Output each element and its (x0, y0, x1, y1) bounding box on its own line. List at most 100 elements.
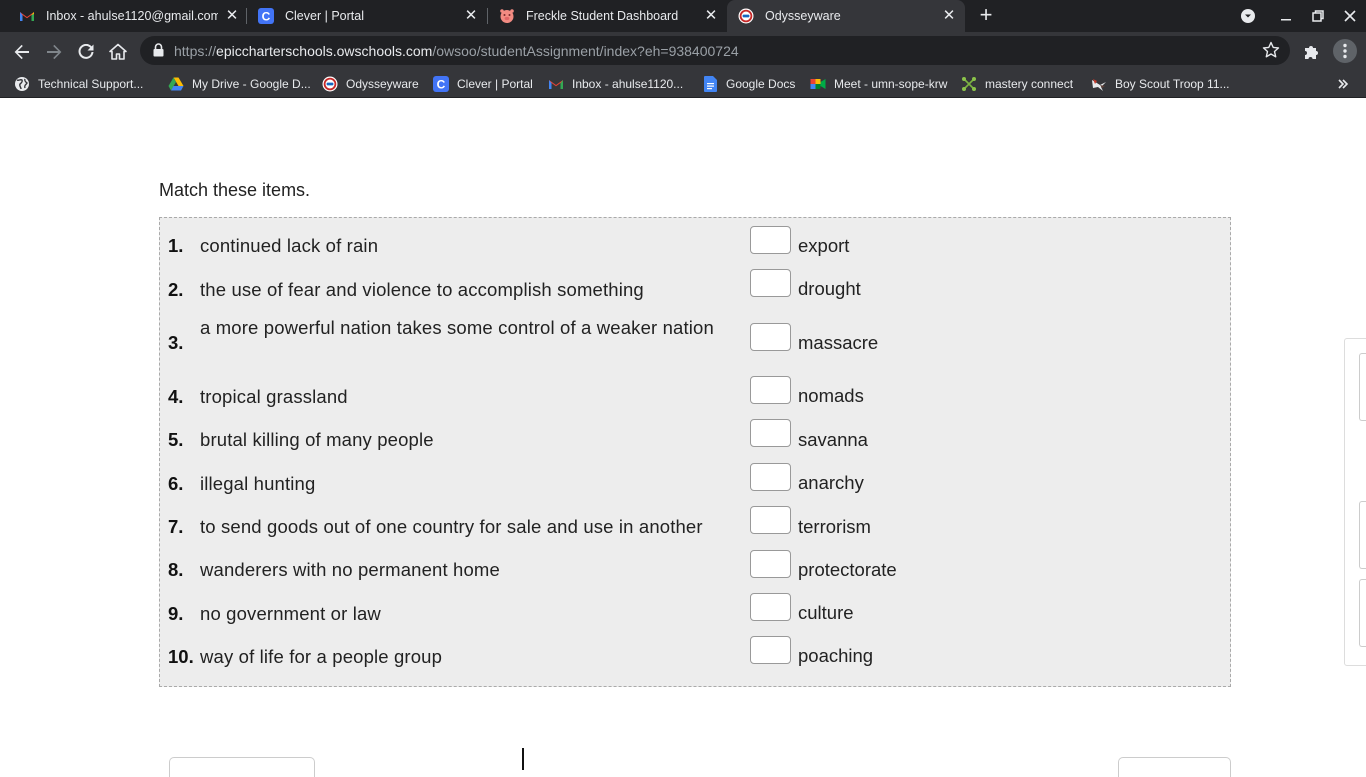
bookmark-label: My Drive - Google D... (192, 77, 311, 91)
item-number: 7. (168, 516, 184, 537)
bookmark-star-icon[interactable] (1262, 41, 1280, 64)
choice-term: export (798, 235, 850, 256)
choice-term: culture (798, 602, 854, 623)
bookmark-label: Google Docs (726, 77, 796, 91)
bookmark-item[interactable]: mastery connect (961, 76, 1073, 92)
google-meet-icon (810, 76, 826, 92)
bookmark-item[interactable]: Inbox - ahulse1120... (548, 76, 683, 92)
choice-term: savanna (798, 429, 868, 450)
choice-term: nomads (798, 385, 864, 406)
minimize-icon[interactable] (1276, 6, 1296, 26)
bookmark-item[interactable]: Odysseyware (322, 76, 419, 92)
choice-term: massacre (798, 332, 879, 353)
browser-tab-strip: Inbox - ahulse1120@gmail.com ✕ C Clever … (0, 0, 1366, 32)
bookmark-item[interactable]: Boy Scout Troop 11... (1091, 76, 1230, 92)
url-text: https://epiccharterschools.owschools.com… (174, 43, 739, 59)
globe-icon (14, 76, 30, 92)
google-docs-icon (702, 76, 718, 92)
answer-input[interactable] (750, 636, 791, 664)
odysseyware-icon (322, 76, 338, 92)
previous-button[interactable] (169, 757, 315, 777)
answer-input[interactable] (750, 226, 791, 254)
odysseyware-icon (738, 8, 754, 24)
item-definition: illegal hunting (200, 473, 316, 494)
answer-input[interactable] (750, 376, 791, 404)
tab-clever-portal[interactable]: C Clever | Portal ✕ (247, 0, 487, 32)
browser-toolbar: https://epiccharterschools.owschools.com… (0, 32, 1366, 70)
url-host: epiccharterschools.owschools.com (216, 43, 433, 59)
answer-input[interactable] (750, 593, 791, 621)
bookmark-label: Boy Scout Troop 11... (1115, 77, 1230, 91)
choice-term: poaching (798, 645, 874, 666)
tab-gmail-inbox[interactable]: Inbox - ahulse1120@gmail.com ✕ (8, 0, 246, 32)
tab-freckle-dashboard[interactable]: Freckle Student Dashboard ✕ (488, 0, 726, 32)
new-tab-button[interactable]: + (976, 2, 996, 27)
bookmarks-overflow-chevron-icon[interactable] (1337, 76, 1349, 92)
svg-text:C: C (262, 10, 271, 24)
back-arrow-icon[interactable] (11, 41, 33, 63)
item-number: 1. (168, 235, 184, 256)
item-number: 8. (168, 559, 184, 580)
tab-search-icon[interactable] (1238, 6, 1258, 26)
choice-term: drought (798, 278, 861, 299)
bookmark-item[interactable]: Technical Support... (14, 76, 143, 92)
bookmark-item[interactable]: Meet - umn-sope-krw (810, 76, 947, 92)
gmail-icon (19, 8, 35, 24)
item-definition: brutal killing of many people (200, 429, 434, 450)
bookmark-item[interactable]: My Drive - Google D... (168, 76, 311, 92)
item-number: 4. (168, 386, 184, 407)
url-scheme: https:// (174, 43, 217, 59)
item-number: 2. (168, 279, 184, 300)
matching-question: 1. continued lack of rain export 2. the … (159, 217, 1231, 687)
gmail-icon (548, 76, 564, 92)
answer-input[interactable] (750, 323, 791, 351)
tab-close-icon[interactable]: ✕ (463, 8, 479, 24)
side-panel-tab[interactable] (1359, 353, 1366, 421)
tab-close-icon[interactable]: ✕ (224, 8, 240, 24)
google-drive-icon (168, 76, 184, 92)
side-panel-tabs[interactable] (1344, 338, 1366, 666)
item-number: 6. (168, 473, 184, 494)
choice-term: anarchy (798, 472, 864, 493)
clever-icon: C (258, 8, 274, 24)
bookmark-item[interactable]: Google Docs (702, 76, 795, 92)
browser-menu-icon[interactable] (1333, 39, 1357, 63)
lock-icon[interactable] (153, 43, 164, 62)
home-icon[interactable] (107, 41, 129, 63)
item-definition: wanderers with no permanent home (200, 559, 500, 580)
tab-close-icon[interactable]: ✕ (941, 8, 957, 24)
bookmark-label: Odysseyware (346, 77, 419, 91)
next-button[interactable] (1118, 757, 1231, 777)
tab-title: Odysseyware (765, 9, 841, 23)
tab-title: Freckle Student Dashboard (526, 9, 679, 23)
answer-input[interactable] (750, 269, 791, 297)
item-definition: a more powerful nation takes some contro… (200, 317, 714, 338)
side-panel-tab[interactable] (1359, 579, 1366, 647)
tab-close-icon[interactable]: ✕ (703, 8, 719, 24)
item-number: 9. (168, 603, 184, 624)
address-bar[interactable]: https://epiccharterschools.owschools.com… (140, 36, 1290, 65)
clever-icon: C (433, 76, 449, 92)
forward-arrow-icon[interactable] (43, 41, 65, 63)
item-definition: the use of fear and violence to accompli… (200, 279, 644, 300)
answer-input[interactable] (750, 419, 791, 447)
assignment-instructions: Match these items. (159, 180, 311, 200)
side-panel-tab[interactable] (1359, 501, 1366, 569)
answer-input[interactable] (750, 506, 791, 534)
answer-input[interactable] (750, 550, 791, 578)
tab-odysseyware[interactable]: Odysseyware ✕ (727, 0, 965, 32)
extensions-puzzle-icon[interactable] (1301, 41, 1323, 63)
scout-icon (1091, 76, 1107, 92)
answer-input[interactable] (750, 463, 791, 491)
close-window-icon[interactable] (1340, 6, 1360, 26)
restore-icon[interactable] (1308, 6, 1328, 26)
mastery-connect-icon (961, 76, 977, 92)
tab-title: Clever | Portal (285, 9, 364, 23)
freckle-icon (499, 8, 515, 24)
item-number: 10. (168, 646, 194, 667)
text-cursor (522, 748, 524, 770)
reload-icon[interactable] (75, 41, 97, 63)
bookmark-item[interactable]: C Clever | Portal (433, 76, 533, 92)
bookmark-label: Clever | Portal (457, 77, 533, 91)
item-definition: no government or law (200, 603, 381, 624)
